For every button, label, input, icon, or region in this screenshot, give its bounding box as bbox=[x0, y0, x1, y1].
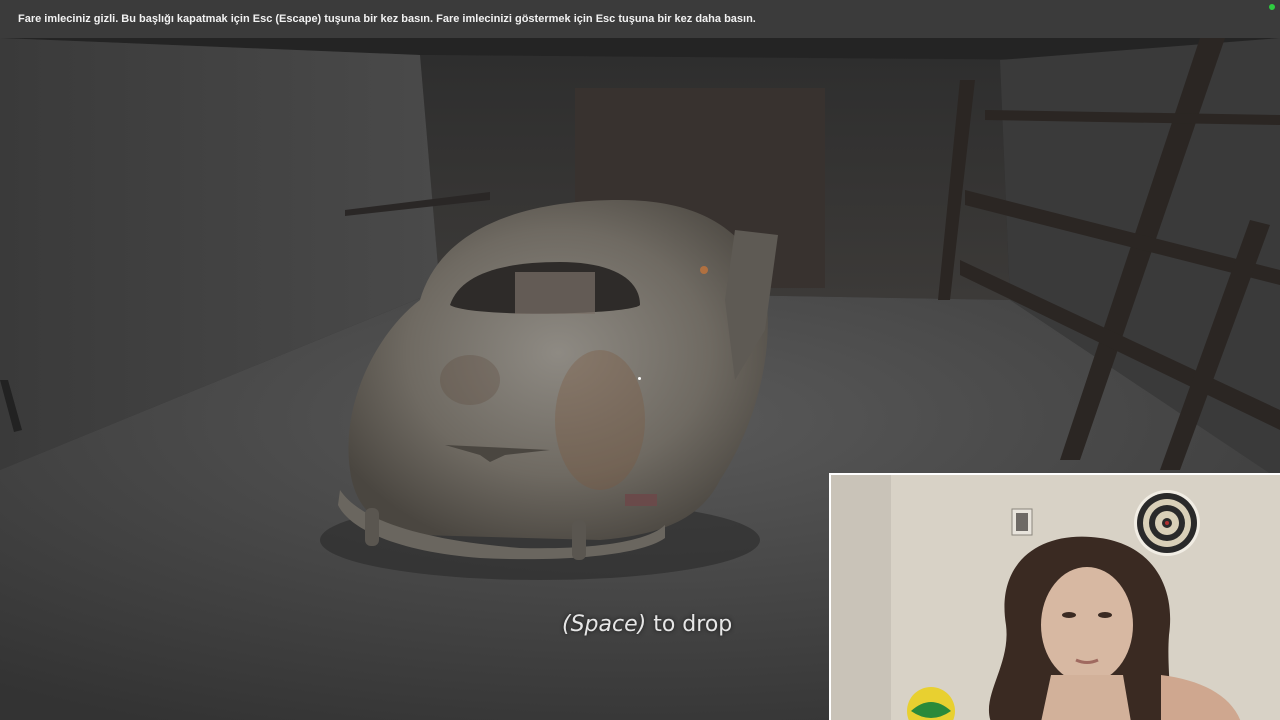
dartboard-icon bbox=[1134, 490, 1200, 556]
crosshair-icon bbox=[638, 377, 641, 380]
game-viewport[interactable]: Fare imleciniz gizli. Bu başlığı kapatma… bbox=[0, 0, 1280, 720]
webcam-overlay bbox=[829, 473, 1280, 720]
portrait-frame-icon bbox=[1011, 508, 1033, 536]
hud-prompt-action: to drop bbox=[646, 612, 733, 637]
recording-indicator-icon bbox=[1269, 4, 1275, 10]
fullscreen-notice-banner: Fare imleciniz gizli. Bu başlığı kapatma… bbox=[0, 0, 1280, 38]
fullscreen-notice-text: Fare imleciniz gizli. Bu başlığı kapatma… bbox=[18, 13, 756, 25]
hud-prompt: (Space) to drop bbox=[562, 612, 732, 637]
hud-prompt-key: (Space) bbox=[562, 612, 647, 637]
